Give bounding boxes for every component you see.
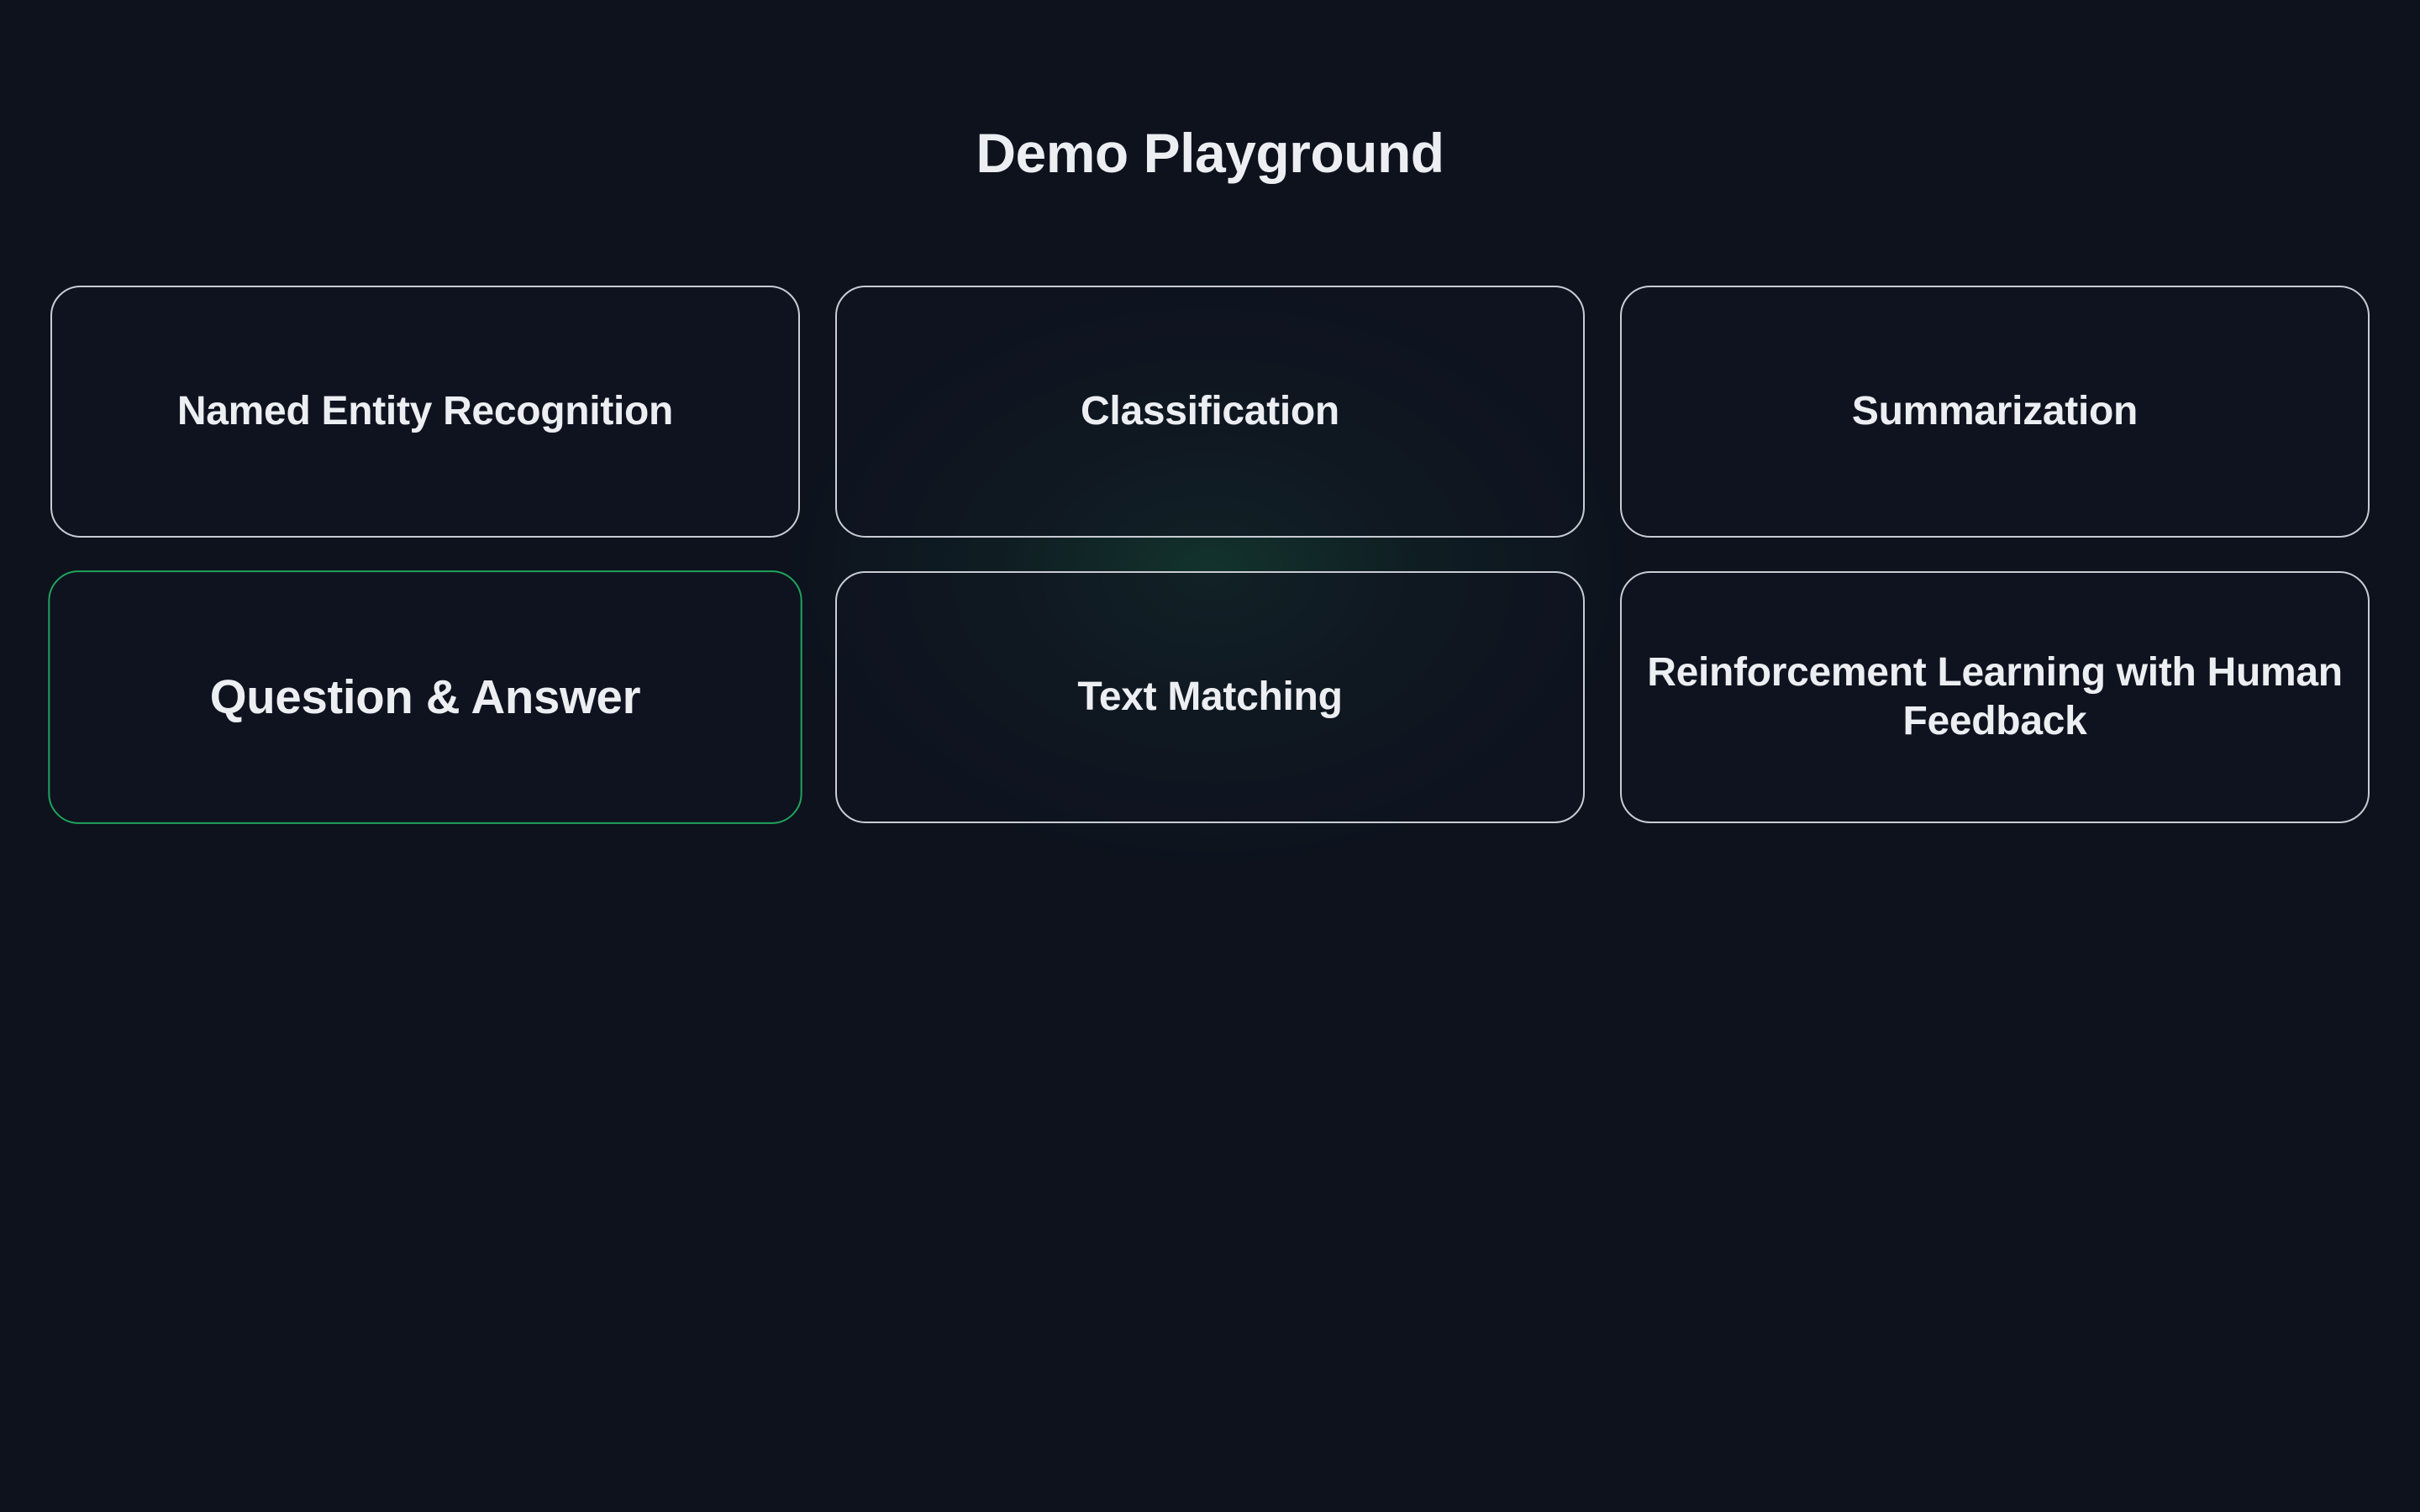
page-title: Demo Playground (976, 122, 1444, 184)
card-label: Text Matching (1077, 675, 1343, 719)
card-label: Classification (1081, 389, 1339, 433)
card-label: Named Entity Recognition (176, 389, 674, 433)
card-classification[interactable]: Classification (835, 286, 1585, 538)
card-label: Question & Answer (209, 669, 641, 724)
card-named-entity-recognition[interactable]: Named Entity Recognition (50, 286, 800, 538)
card-text-matching[interactable]: Text Matching (835, 571, 1585, 823)
demo-card-grid: Named Entity Recognition Classification … (48, 286, 2370, 824)
demo-playground-page: Demo Playground Named Entity Recognition… (0, 0, 2420, 1512)
card-question-answer[interactable]: Question & Answer (48, 570, 802, 824)
card-label: Reinforcement Learning with Human Feedba… (1647, 650, 2343, 743)
card-label: Summarization (1851, 389, 2139, 433)
card-rlhf[interactable]: Reinforcement Learning with Human Feedba… (1620, 571, 2370, 823)
card-summarization[interactable]: Summarization (1620, 286, 2370, 538)
